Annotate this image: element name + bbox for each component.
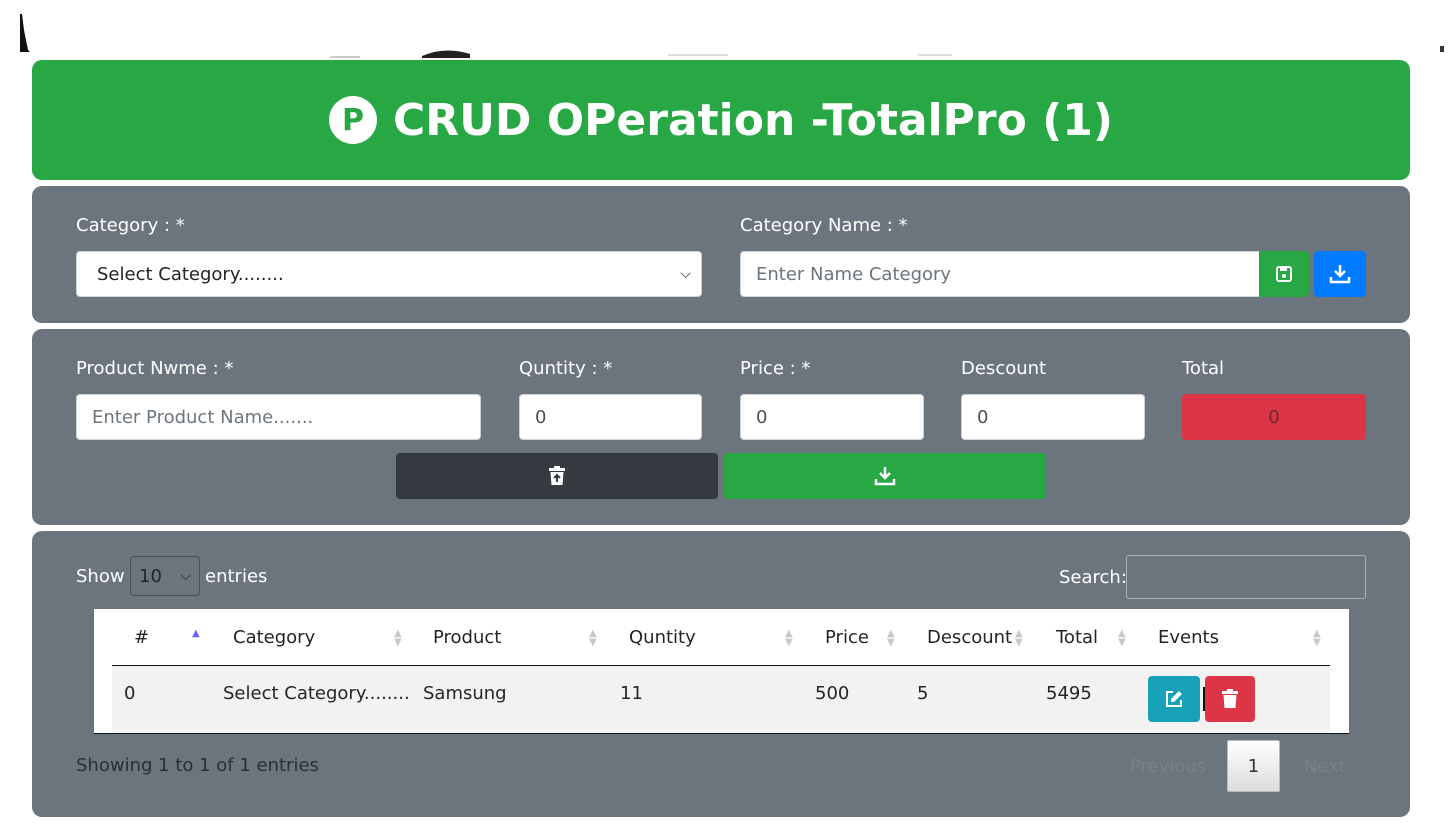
download-icon bbox=[1329, 265, 1351, 284]
page-length-value: 10 bbox=[139, 565, 162, 587]
column-header-price[interactable]: Price bbox=[825, 627, 869, 648]
chevron-down-icon: ⌵ bbox=[680, 266, 691, 282]
discount-input[interactable]: 0 bbox=[961, 394, 1145, 440]
save-category-button[interactable] bbox=[1259, 251, 1309, 297]
category-select-value: Select Category........ bbox=[97, 263, 284, 285]
trash-restore-icon bbox=[549, 466, 565, 485]
sort-icon: ▲ ▼ bbox=[1118, 628, 1126, 648]
quantity-input[interactable]: 0 bbox=[519, 394, 702, 440]
product-name-label: Product Nwme : * bbox=[76, 358, 234, 379]
cell-id: 0 bbox=[124, 683, 136, 704]
download-icon bbox=[874, 467, 896, 486]
sort-icon: ▲ ▼ bbox=[785, 628, 793, 648]
category-name-label: Category Name : * bbox=[740, 215, 908, 236]
sort-icon: ▲ ▼ bbox=[1313, 628, 1321, 648]
table-row: 0 Select Category........ Samsung 11 500… bbox=[112, 666, 1330, 732]
total-output: 0 bbox=[1182, 394, 1366, 440]
discount-value: 0 bbox=[977, 406, 989, 428]
page-1-button[interactable]: 1 bbox=[1227, 740, 1280, 792]
total-label: Total bbox=[1182, 358, 1225, 379]
save-icon bbox=[1276, 266, 1292, 282]
product-name-input[interactable]: Enter Product Name....... bbox=[76, 394, 481, 440]
sort-icon: ▲ ▼ bbox=[589, 628, 597, 648]
cell-total: 5495 bbox=[1046, 683, 1092, 704]
cell-product: Samsung bbox=[423, 683, 507, 704]
cell-category: Select Category........ bbox=[223, 683, 410, 704]
table-info: Showing 1 to 1 of 1 entries bbox=[76, 755, 319, 776]
cell-discount: 5 bbox=[917, 683, 929, 704]
cell-quantity: 11 bbox=[620, 683, 643, 704]
search-label: Search: bbox=[1059, 567, 1127, 588]
quantity-value: 0 bbox=[535, 406, 547, 428]
header-banner: P CRUD OPeration -TotalPro (1) bbox=[32, 60, 1410, 180]
show-label: Show bbox=[76, 566, 125, 587]
sort-icon: ▲ ▼ bbox=[1015, 628, 1023, 648]
sort-icon: ▲ ▼ bbox=[887, 628, 895, 648]
table-header: # ▲ Category ▲ ▼ Product ▲ ▼ Quntity ▲ ▼ Pr… bbox=[112, 609, 1330, 666]
trash-icon bbox=[1222, 689, 1238, 708]
discount-label: Descount bbox=[961, 358, 1047, 379]
previous-page-button[interactable]: Previous bbox=[1130, 756, 1206, 777]
column-header-events[interactable]: Events bbox=[1158, 627, 1219, 648]
download-category-button[interactable] bbox=[1314, 251, 1366, 297]
products-table: # ▲ Category ▲ ▼ Product ▲ ▼ Quntity ▲ ▼ Pr… bbox=[94, 609, 1349, 734]
sort-asc-icon: ▲ bbox=[192, 628, 200, 639]
edit-row-button[interactable] bbox=[1148, 676, 1200, 722]
price-input[interactable]: 0 bbox=[740, 394, 924, 440]
entries-label: entries bbox=[205, 566, 268, 587]
delete-row-button[interactable] bbox=[1205, 676, 1255, 722]
clear-button[interactable] bbox=[396, 453, 718, 499]
product-logo-icon: P bbox=[329, 96, 378, 144]
chevron-down-icon: ⌵ bbox=[180, 568, 191, 584]
page-title: CRUD OPeration -TotalPro (1) bbox=[393, 94, 1113, 146]
column-header-product[interactable]: Product bbox=[433, 627, 501, 648]
page-length-select[interactable]: 10 ⌵ bbox=[130, 556, 200, 596]
column-header-id[interactable]: # bbox=[134, 627, 149, 648]
cropped-top-strip bbox=[20, 14, 1444, 58]
search-input[interactable] bbox=[1126, 555, 1366, 599]
category-name-placeholder: Enter Name Category bbox=[756, 263, 952, 285]
cell-price: 500 bbox=[815, 683, 850, 704]
column-header-discount[interactable]: Descount bbox=[927, 627, 1012, 648]
column-header-quantity[interactable]: Quntity bbox=[629, 627, 696, 648]
sort-icon: ▲ ▼ bbox=[394, 628, 402, 648]
product-name-placeholder: Enter Product Name....... bbox=[92, 406, 314, 428]
next-page-button[interactable]: Next bbox=[1304, 756, 1346, 777]
category-name-input[interactable]: Enter Name Category bbox=[740, 251, 1260, 297]
column-header-total[interactable]: Total bbox=[1056, 627, 1098, 648]
category-select[interactable]: Select Category........ ⌵ bbox=[76, 251, 702, 297]
quantity-label: Quntity : * bbox=[519, 358, 613, 379]
edit-icon bbox=[1166, 691, 1182, 707]
price-label: Price : * bbox=[740, 358, 811, 379]
category-label: Category : * bbox=[76, 215, 185, 236]
column-header-category[interactable]: Category bbox=[233, 627, 315, 648]
add-product-button[interactable] bbox=[724, 453, 1046, 499]
price-value: 0 bbox=[756, 406, 768, 428]
